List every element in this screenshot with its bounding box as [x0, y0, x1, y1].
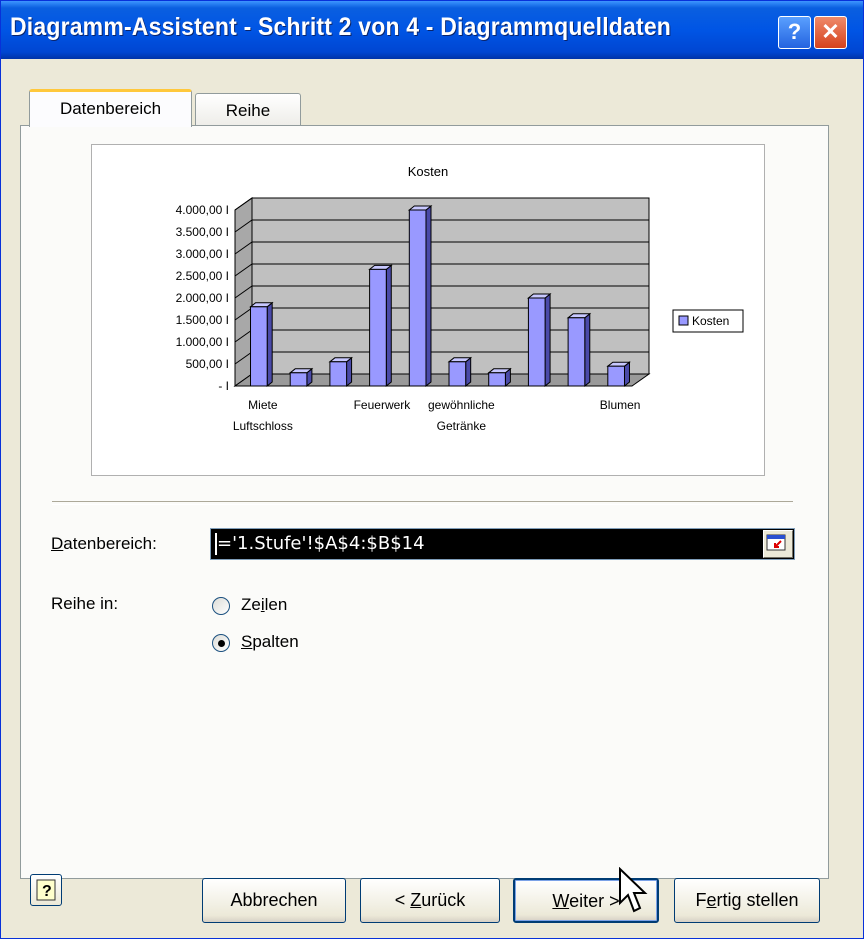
separator	[52, 501, 793, 505]
data-range-input[interactable]: ='1.Stufe'!$A$4:$B$14	[210, 528, 795, 560]
y-tick-label: 3.500,00 I	[176, 225, 229, 239]
x-tick-label: Getränke	[437, 419, 487, 433]
radio-rows[interactable]	[212, 597, 230, 615]
tab-datenbereich[interactable]: Datenbereich	[29, 89, 192, 127]
bar	[488, 372, 506, 387]
y-tick-label: - I	[218, 379, 229, 393]
tab-panel: Kosten 4.000,00 I 3.500,00 I 3.000,00 I 2.50…	[20, 125, 829, 879]
bar	[527, 297, 546, 387]
help-book-icon: ?	[36, 879, 56, 901]
x-tick-label: gewöhnliche	[428, 398, 495, 412]
bar-side	[385, 264, 392, 388]
radio-rows-label[interactable]: Zeilen	[241, 595, 287, 615]
back-button[interactable]: < Zurück	[360, 878, 500, 923]
mouse-cursor-icon	[619, 867, 648, 913]
collapse-dialog-button[interactable]	[763, 530, 793, 558]
chart-wizard-window: Diagramm-Assistent - Schritt 2 von 4 - D…	[0, 0, 864, 939]
title-bar[interactable]: Diagramm-Assistent - Schritt 2 von 4 - D…	[1, 1, 863, 59]
legend-swatch	[678, 315, 689, 326]
svg-text:?: ?	[42, 883, 52, 900]
help-icon: ?	[787, 19, 802, 44]
cancel-button[interactable]: Abbrechen	[202, 878, 346, 923]
chart-title: Kosten	[408, 164, 448, 179]
finish-button[interactable]: Fertig stellen	[674, 878, 820, 923]
bar	[329, 361, 348, 387]
bar-side	[425, 204, 432, 388]
x-tick-label: Miete	[248, 398, 278, 412]
x-tick-label: Blumen	[600, 398, 641, 412]
y-tick-label: 2.500,00 I	[176, 269, 229, 283]
radio-selected-dot	[218, 640, 225, 647]
bar-side	[465, 356, 472, 388]
data-range-value: ='1.Stufe'!$A$4:$B$14	[217, 533, 425, 554]
x-tick-label: Luftschloss	[233, 419, 293, 433]
bar	[250, 306, 268, 387]
collapse-dialog-icon	[766, 534, 786, 551]
bar	[369, 268, 387, 387]
series-in-label: Reihe in:	[51, 594, 119, 613]
radio-columns[interactable]	[212, 634, 230, 652]
chart-svg: Kosten 4.000,00 I 3.500,00 I 3.000,00 I 2.50…	[176, 164, 744, 433]
title-close-button[interactable]: ✕	[814, 16, 847, 49]
y-tick-label: 2.000,00 I	[176, 291, 229, 305]
help-book-button[interactable]: ?	[30, 874, 62, 906]
title-help-button[interactable]: ?	[778, 16, 811, 49]
y-tick-label: 1.000,00 I	[176, 335, 229, 349]
bar	[408, 209, 427, 387]
bar-side	[584, 312, 591, 388]
y-tick-label: 3.000,00 I	[176, 247, 229, 261]
bar	[607, 365, 625, 387]
bar	[567, 317, 586, 387]
bar-side	[544, 292, 551, 388]
close-icon: ✕	[821, 19, 840, 44]
x-tick-label: Feuerwerk	[354, 398, 412, 412]
bar	[289, 372, 308, 387]
legend-label: Kosten	[692, 314, 729, 328]
chart-preview: Kosten 4.000,00 I 3.500,00 I 3.000,00 I 2.50…	[91, 144, 765, 476]
y-tick-label: 500,00 I	[186, 357, 229, 371]
data-range-label: Datenbereich:	[51, 534, 157, 553]
radio-columns-label[interactable]: Spalten	[241, 632, 299, 652]
y-tick-label: 1.500,00 I	[176, 313, 229, 327]
window-title: Diagramm-Assistent - Schritt 2 von 4 - D…	[10, 13, 672, 41]
y-tick-label: 4.000,00 I	[176, 203, 229, 217]
bar	[448, 361, 467, 387]
bar-side	[266, 301, 273, 388]
bar-side	[346, 356, 353, 388]
tab-reihe[interactable]: Reihe	[195, 93, 301, 129]
